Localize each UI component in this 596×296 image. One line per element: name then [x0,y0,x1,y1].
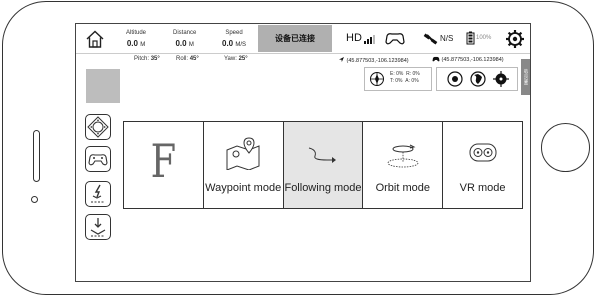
roll-value: 45° [189,56,199,62]
side-tab[interactable]: 航点设置 [521,59,530,95]
battery-status: 100% [466,30,500,46]
mode-orbit-label: Orbit mode [375,182,430,194]
signal-icon [363,32,376,44]
info-r: R: 0% [406,71,420,77]
camera-preview-thumbnail[interactable] [86,69,120,103]
app-screen: Altitude 0.0 M Distance 0.0 M Speed 0.0 … [75,23,531,282]
battery-percent: 100% [476,35,492,41]
drone-coordinates-value: (45.877503,-106.123984) [346,58,409,64]
mode-vr-label: VR mode [459,182,506,194]
pitch-label: Pitch: [134,56,150,62]
controller-coordinates-value: (45.877503,-106.123984) [441,57,504,63]
gear-icon[interactable] [504,28,526,50]
quick-action-box [436,67,518,91]
info-t: T: 0% [390,78,403,84]
home-icon[interactable] [84,28,106,50]
mode-waypoint[interactable]: Waypoint mode [203,122,284,208]
sensor-info-box: E: 0% R: 0% T: 0% A: 0% [364,67,432,91]
drone-coordinates: (45.877503,-106.123984) [338,56,409,64]
satellite-icon [423,33,438,45]
roll-label: Roll: [176,56,189,62]
status-bar: Altitude 0.0 M Distance 0.0 M Speed 0.0 … [76,24,530,54]
flight-mode-panel: F Waypoint mode Following mode Orbit mod… [123,121,523,209]
connection-status: 设备已连接 [258,25,332,52]
hd-signal: HD [346,32,376,44]
mode-f[interactable]: F [124,122,204,208]
satellite-status: N/S [422,31,462,47]
crosshair-icon[interactable] [493,71,509,87]
mode-vr[interactable]: VR mode [443,122,522,208]
speed-value: 0.0 [222,39,234,48]
landing-tool-button[interactable] [85,181,111,207]
gimbal-tool-button[interactable] [85,114,111,140]
pitch-readout: Pitch: 35° [134,56,160,62]
distance-label: Distance [173,30,197,36]
controller-icon [432,56,440,62]
takeoff-tool-button[interactable] [85,214,111,240]
speed-label: Speed [225,30,243,36]
compass-icon [370,72,384,86]
takeoff-icon [90,218,106,237]
speed-readout: Speed 0.0 M/S [222,29,246,50]
gps-label: N/S [440,34,454,43]
mode-f-letter: F [150,134,177,188]
landing-icon [91,184,105,203]
distance-readout: Distance 0.0 M [173,29,196,50]
yaw-label: Yaw: [224,56,237,62]
globe-icon[interactable] [470,71,486,87]
gimbal-icon [87,116,109,138]
yaw-readout: Yaw: 25° [224,56,248,62]
gamepad-icon [88,154,108,166]
map-pin-icon [226,137,260,170]
pitch-value: 35° [150,56,160,62]
altitude-label: Altitude [126,30,147,36]
mode-waypoint-label: Waypoint mode [205,182,282,194]
controller-coordinates: (45.877503,-106.123984) [432,56,504,63]
battery-icon [466,31,475,45]
phone-side-button [33,130,40,182]
orbit-icon [387,144,419,168]
info-a: A: 0% [405,78,419,84]
mode-following-label: Following mode [284,182,362,194]
speed-unit: M/S [235,42,247,48]
phone-home-button[interactable] [541,123,590,172]
info-e: E: 0% [390,71,404,77]
distance-unit: M [188,42,194,48]
mode-orbit[interactable]: Orbit mode [363,122,444,208]
altitude-value: 0.0 [126,39,138,48]
controller-tool-button[interactable] [85,146,111,172]
yaw-value: 25° [238,56,248,62]
distance-value: 0.0 [175,39,187,48]
roll-readout: Roll: 45° [176,56,199,62]
altitude-readout: Altitude 0.0 M [126,29,146,50]
arrow-icon [308,147,336,163]
target-icon[interactable] [447,71,463,87]
arrow-icon [339,57,344,62]
gamepad-icon [385,33,405,45]
phone-sensor-dot [31,196,38,203]
sensor-info-text: E: 0% R: 0% T: 0% A: 0% [390,71,420,85]
hd-label: HD [346,32,362,44]
mode-following[interactable]: Following mode [283,122,364,208]
vr-glasses-icon [469,143,497,162]
altitude-unit: M [140,42,146,48]
